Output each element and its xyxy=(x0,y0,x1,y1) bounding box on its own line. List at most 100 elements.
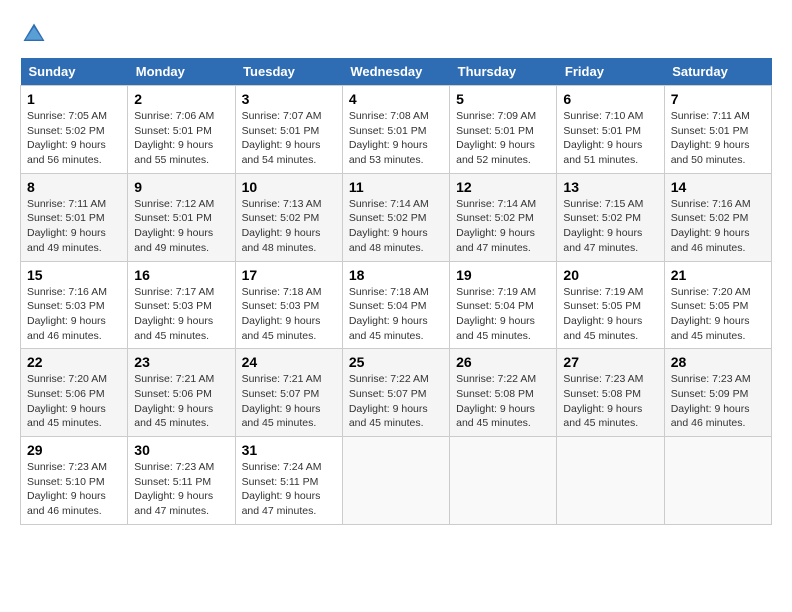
day-number: 12 xyxy=(456,179,550,195)
header-monday: Monday xyxy=(128,58,235,86)
day-cell xyxy=(342,437,449,525)
day-cell xyxy=(450,437,557,525)
day-cell: 23 Sunrise: 7:21 AM Sunset: 5:06 PM Dayl… xyxy=(128,349,235,437)
day-content: Sunrise: 7:20 AM Sunset: 5:05 PM Dayligh… xyxy=(671,285,765,344)
day-number: 31 xyxy=(242,442,336,458)
day-content: Sunrise: 7:23 AM Sunset: 5:10 PM Dayligh… xyxy=(27,460,121,519)
week-row-3: 15 Sunrise: 7:16 AM Sunset: 5:03 PM Dayl… xyxy=(21,261,772,349)
day-cell: 22 Sunrise: 7:20 AM Sunset: 5:06 PM Dayl… xyxy=(21,349,128,437)
day-number: 29 xyxy=(27,442,121,458)
calendar-table: SundayMondayTuesdayWednesdayThursdayFrid… xyxy=(20,58,772,525)
day-content: Sunrise: 7:24 AM Sunset: 5:11 PM Dayligh… xyxy=(242,460,336,519)
day-cell: 28 Sunrise: 7:23 AM Sunset: 5:09 PM Dayl… xyxy=(664,349,771,437)
day-number: 8 xyxy=(27,179,121,195)
day-cell: 16 Sunrise: 7:17 AM Sunset: 5:03 PM Dayl… xyxy=(128,261,235,349)
logo xyxy=(20,20,52,48)
day-content: Sunrise: 7:15 AM Sunset: 5:02 PM Dayligh… xyxy=(563,197,657,256)
day-content: Sunrise: 7:11 AM Sunset: 5:01 PM Dayligh… xyxy=(671,109,765,168)
day-number: 18 xyxy=(349,267,443,283)
day-number: 11 xyxy=(349,179,443,195)
day-cell xyxy=(557,437,664,525)
day-cell: 19 Sunrise: 7:19 AM Sunset: 5:04 PM Dayl… xyxy=(450,261,557,349)
day-content: Sunrise: 7:08 AM Sunset: 5:01 PM Dayligh… xyxy=(349,109,443,168)
day-cell: 8 Sunrise: 7:11 AM Sunset: 5:01 PM Dayli… xyxy=(21,173,128,261)
day-cell: 4 Sunrise: 7:08 AM Sunset: 5:01 PM Dayli… xyxy=(342,86,449,174)
day-content: Sunrise: 7:07 AM Sunset: 5:01 PM Dayligh… xyxy=(242,109,336,168)
day-number: 1 xyxy=(27,91,121,107)
day-content: Sunrise: 7:14 AM Sunset: 5:02 PM Dayligh… xyxy=(456,197,550,256)
day-cell: 25 Sunrise: 7:22 AM Sunset: 5:07 PM Dayl… xyxy=(342,349,449,437)
day-cell: 2 Sunrise: 7:06 AM Sunset: 5:01 PM Dayli… xyxy=(128,86,235,174)
day-cell: 18 Sunrise: 7:18 AM Sunset: 5:04 PM Dayl… xyxy=(342,261,449,349)
header-row: SundayMondayTuesdayWednesdayThursdayFrid… xyxy=(21,58,772,86)
day-cell: 9 Sunrise: 7:12 AM Sunset: 5:01 PM Dayli… xyxy=(128,173,235,261)
day-cell: 29 Sunrise: 7:23 AM Sunset: 5:10 PM Dayl… xyxy=(21,437,128,525)
day-content: Sunrise: 7:19 AM Sunset: 5:05 PM Dayligh… xyxy=(563,285,657,344)
day-content: Sunrise: 7:11 AM Sunset: 5:01 PM Dayligh… xyxy=(27,197,121,256)
day-cell: 14 Sunrise: 7:16 AM Sunset: 5:02 PM Dayl… xyxy=(664,173,771,261)
day-cell: 15 Sunrise: 7:16 AM Sunset: 5:03 PM Dayl… xyxy=(21,261,128,349)
day-number: 20 xyxy=(563,267,657,283)
header-thursday: Thursday xyxy=(450,58,557,86)
day-content: Sunrise: 7:23 AM Sunset: 5:08 PM Dayligh… xyxy=(563,372,657,431)
day-number: 30 xyxy=(134,442,228,458)
day-cell: 26 Sunrise: 7:22 AM Sunset: 5:08 PM Dayl… xyxy=(450,349,557,437)
day-number: 5 xyxy=(456,91,550,107)
day-number: 25 xyxy=(349,354,443,370)
day-content: Sunrise: 7:19 AM Sunset: 5:04 PM Dayligh… xyxy=(456,285,550,344)
day-content: Sunrise: 7:20 AM Sunset: 5:06 PM Dayligh… xyxy=(27,372,121,431)
header-saturday: Saturday xyxy=(664,58,771,86)
day-content: Sunrise: 7:05 AM Sunset: 5:02 PM Dayligh… xyxy=(27,109,121,168)
day-number: 23 xyxy=(134,354,228,370)
day-number: 4 xyxy=(349,91,443,107)
week-row-5: 29 Sunrise: 7:23 AM Sunset: 5:10 PM Dayl… xyxy=(21,437,772,525)
day-cell: 3 Sunrise: 7:07 AM Sunset: 5:01 PM Dayli… xyxy=(235,86,342,174)
day-content: Sunrise: 7:18 AM Sunset: 5:03 PM Dayligh… xyxy=(242,285,336,344)
day-number: 16 xyxy=(134,267,228,283)
day-cell: 11 Sunrise: 7:14 AM Sunset: 5:02 PM Dayl… xyxy=(342,173,449,261)
day-content: Sunrise: 7:23 AM Sunset: 5:11 PM Dayligh… xyxy=(134,460,228,519)
day-content: Sunrise: 7:12 AM Sunset: 5:01 PM Dayligh… xyxy=(134,197,228,256)
header-friday: Friday xyxy=(557,58,664,86)
day-cell: 30 Sunrise: 7:23 AM Sunset: 5:11 PM Dayl… xyxy=(128,437,235,525)
day-content: Sunrise: 7:21 AM Sunset: 5:07 PM Dayligh… xyxy=(242,372,336,431)
day-number: 14 xyxy=(671,179,765,195)
week-row-1: 1 Sunrise: 7:05 AM Sunset: 5:02 PM Dayli… xyxy=(21,86,772,174)
day-cell: 13 Sunrise: 7:15 AM Sunset: 5:02 PM Dayl… xyxy=(557,173,664,261)
header-wednesday: Wednesday xyxy=(342,58,449,86)
day-content: Sunrise: 7:23 AM Sunset: 5:09 PM Dayligh… xyxy=(671,372,765,431)
day-content: Sunrise: 7:10 AM Sunset: 5:01 PM Dayligh… xyxy=(563,109,657,168)
day-cell: 27 Sunrise: 7:23 AM Sunset: 5:08 PM Dayl… xyxy=(557,349,664,437)
day-number: 13 xyxy=(563,179,657,195)
day-number: 15 xyxy=(27,267,121,283)
day-number: 3 xyxy=(242,91,336,107)
day-number: 7 xyxy=(671,91,765,107)
day-content: Sunrise: 7:06 AM Sunset: 5:01 PM Dayligh… xyxy=(134,109,228,168)
day-content: Sunrise: 7:16 AM Sunset: 5:03 PM Dayligh… xyxy=(27,285,121,344)
day-number: 10 xyxy=(242,179,336,195)
day-number: 19 xyxy=(456,267,550,283)
day-number: 22 xyxy=(27,354,121,370)
day-number: 9 xyxy=(134,179,228,195)
day-cell: 7 Sunrise: 7:11 AM Sunset: 5:01 PM Dayli… xyxy=(664,86,771,174)
day-content: Sunrise: 7:22 AM Sunset: 5:07 PM Dayligh… xyxy=(349,372,443,431)
day-cell: 24 Sunrise: 7:21 AM Sunset: 5:07 PM Dayl… xyxy=(235,349,342,437)
day-cell xyxy=(664,437,771,525)
day-cell: 21 Sunrise: 7:20 AM Sunset: 5:05 PM Dayl… xyxy=(664,261,771,349)
day-content: Sunrise: 7:09 AM Sunset: 5:01 PM Dayligh… xyxy=(456,109,550,168)
week-row-4: 22 Sunrise: 7:20 AM Sunset: 5:06 PM Dayl… xyxy=(21,349,772,437)
day-cell: 12 Sunrise: 7:14 AM Sunset: 5:02 PM Dayl… xyxy=(450,173,557,261)
day-cell: 1 Sunrise: 7:05 AM Sunset: 5:02 PM Dayli… xyxy=(21,86,128,174)
day-number: 24 xyxy=(242,354,336,370)
day-number: 27 xyxy=(563,354,657,370)
day-number: 21 xyxy=(671,267,765,283)
day-content: Sunrise: 7:18 AM Sunset: 5:04 PM Dayligh… xyxy=(349,285,443,344)
header-sunday: Sunday xyxy=(21,58,128,86)
day-cell: 5 Sunrise: 7:09 AM Sunset: 5:01 PM Dayli… xyxy=(450,86,557,174)
day-number: 6 xyxy=(563,91,657,107)
page-header xyxy=(20,20,772,48)
header-tuesday: Tuesday xyxy=(235,58,342,86)
day-cell: 10 Sunrise: 7:13 AM Sunset: 5:02 PM Dayl… xyxy=(235,173,342,261)
day-content: Sunrise: 7:22 AM Sunset: 5:08 PM Dayligh… xyxy=(456,372,550,431)
day-content: Sunrise: 7:21 AM Sunset: 5:06 PM Dayligh… xyxy=(134,372,228,431)
